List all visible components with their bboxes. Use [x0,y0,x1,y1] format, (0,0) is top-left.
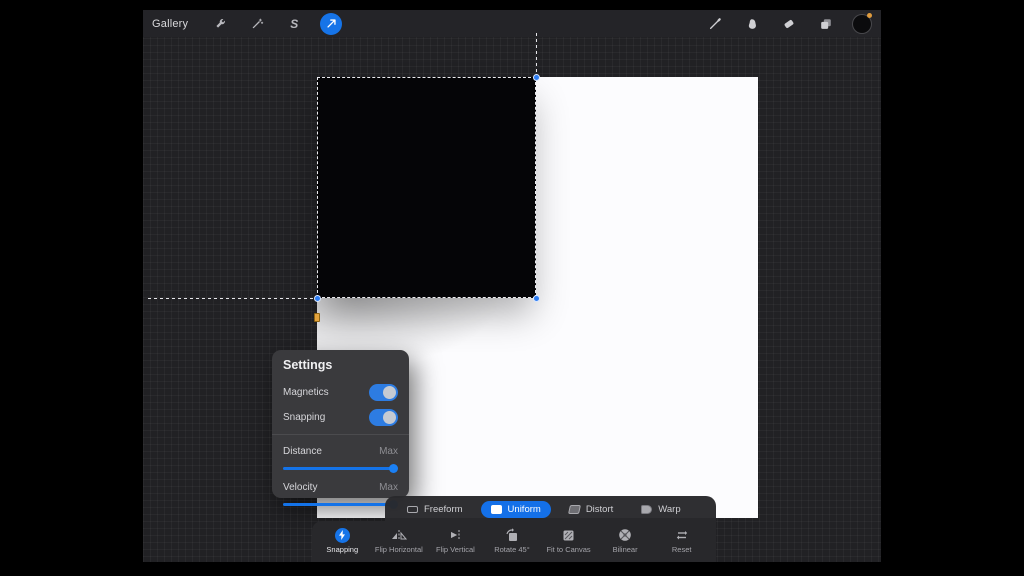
divider [272,434,409,435]
bilinear-icon [618,527,632,543]
tab-uniform[interactable]: Uniform [481,501,551,518]
adjustments-wand-icon[interactable] [246,13,268,35]
top-bar: Gallery S [143,10,881,37]
transform-mode-strip: Freeform Uniform Distort Warp [385,496,716,522]
gallery-button[interactable]: Gallery [152,18,188,30]
rotation-handle[interactable] [314,313,320,322]
snap-guide-horizontal [148,298,317,299]
color-indicator-dot [867,13,872,18]
distance-slider[interactable] [283,464,398,472]
distance-row: Distance Max [283,439,398,464]
snapping-row: Snapping [283,405,398,430]
smudge-icon[interactable] [741,13,763,35]
flip-horizontal-button[interactable]: Flip Horizontal [371,527,427,554]
actions-wrench-icon[interactable] [209,13,231,35]
reset-button[interactable]: Reset [654,527,710,554]
snapping-label: Snapping [283,412,325,423]
tab-warp[interactable]: Warp [631,501,690,518]
bilinear-button[interactable]: Bilinear [597,527,653,554]
transform-tool-icon[interactable] [320,13,342,35]
top-bar-right [704,13,872,35]
snapping-button[interactable]: Snapping [314,527,370,554]
tab-freeform[interactable]: Freeform [397,501,473,518]
video-frame: Gallery S [0,0,1024,576]
warp-icon [641,505,652,514]
uniform-icon [491,505,502,514]
magnetics-toggle[interactable] [369,384,398,401]
flip-vertical-button[interactable]: Flip Vertical [427,527,483,554]
freeform-icon [407,506,418,513]
distance-label: Distance [283,446,322,457]
fit-to-canvas-icon [562,527,575,543]
distort-icon [568,505,581,514]
procreate-app: Gallery S [143,10,881,562]
flip-vertical-icon [448,527,462,543]
layers-icon[interactable] [815,13,837,35]
velocity-value: Max [379,482,398,493]
transform-action-bar: Snapping Flip Horizontal [312,521,716,562]
magnetics-row: Magnetics [283,380,398,405]
transform-node-bottom-right[interactable] [533,295,540,302]
brush-icon[interactable] [704,13,726,35]
velocity-slider[interactable] [283,500,398,508]
magnetics-label: Magnetics [283,387,329,398]
snapping-bolt-icon [335,527,350,543]
transform-node-bottom-left[interactable] [314,295,321,302]
color-swatch[interactable] [852,14,872,34]
distance-value: Max [379,446,398,457]
selection-tool-icon[interactable]: S [283,13,305,35]
eraser-icon[interactable] [778,13,800,35]
transform-node-top-right[interactable] [533,74,540,81]
reset-icon [675,527,689,543]
top-bar-left: Gallery S [152,13,342,35]
tab-distort[interactable]: Distort [559,501,623,518]
settings-popover: Settings Magnetics Snapping Distance Max [272,350,409,498]
velocity-row: Velocity Max [283,475,398,500]
snapping-toggle[interactable] [369,409,398,426]
flip-horizontal-icon [390,527,408,543]
snap-guide-vertical [536,33,537,77]
selected-layer-content[interactable] [317,77,536,298]
rotate-45-button[interactable]: Rotate 45° [484,527,540,554]
rotate-45-icon [504,527,520,543]
settings-title: Settings [283,358,398,372]
fit-to-canvas-button[interactable]: Fit to Canvas [541,527,597,554]
velocity-label: Velocity [283,482,317,493]
distance-slider-knob[interactable] [389,464,398,473]
